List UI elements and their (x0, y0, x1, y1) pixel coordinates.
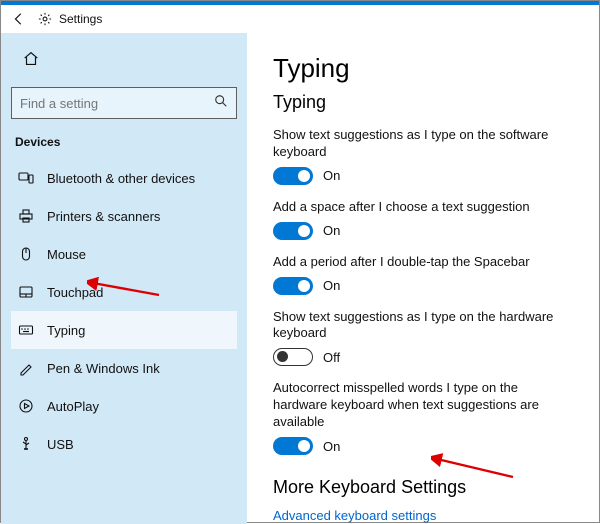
home-button[interactable] (15, 43, 47, 75)
sidebar-item-bluetooth[interactable]: Bluetooth & other devices (11, 159, 237, 197)
window-title: Settings (59, 12, 102, 26)
sidebar-item-pen[interactable]: Pen & Windows Ink (11, 349, 237, 387)
toggle-autocorrect[interactable] (273, 437, 313, 455)
section-heading-more: More Keyboard Settings (273, 477, 573, 498)
usb-icon (17, 435, 35, 453)
toggle-add-space[interactable] (273, 222, 313, 240)
setting-label: Show text suggestions as I type on the s… (273, 127, 573, 161)
toggle-software-suggestions[interactable] (273, 167, 313, 185)
sidebar-item-autoplay[interactable]: AutoPlay (11, 387, 237, 425)
sidebar-item-label: AutoPlay (47, 399, 99, 414)
sidebar-item-label: Printers & scanners (47, 209, 160, 224)
toggle-state: On (323, 168, 340, 183)
keyboard-icon (17, 321, 35, 339)
setting-label: Add a period after I double-tap the Spac… (273, 254, 573, 271)
sidebar-item-label: Touchpad (47, 285, 103, 300)
toggle-hardware-suggestions[interactable] (273, 348, 313, 366)
mouse-icon (17, 245, 35, 263)
toggle-state: On (323, 439, 340, 454)
toggle-state: Off (323, 350, 340, 365)
pen-icon (17, 359, 35, 377)
advanced-keyboard-link[interactable]: Advanced keyboard settings (273, 508, 573, 523)
sidebar-item-printers[interactable]: Printers & scanners (11, 197, 237, 235)
sidebar-item-label: USB (47, 437, 74, 452)
settings-gear-icon (37, 11, 53, 27)
setting-label: Autocorrect misspelled words I type on t… (273, 380, 573, 431)
search-input[interactable] (20, 96, 214, 111)
sidebar-item-label: Mouse (47, 247, 86, 262)
back-button[interactable] (7, 7, 31, 31)
setting-label: Show text suggestions as I type on the h… (273, 309, 573, 343)
devices-icon (17, 169, 35, 187)
sidebar: Devices Bluetooth & other devices Printe… (1, 33, 247, 524)
toggle-add-period[interactable] (273, 277, 313, 295)
sidebar-item-label: Pen & Windows Ink (47, 361, 160, 376)
toggle-state: On (323, 278, 340, 293)
page-title: Typing (273, 53, 573, 84)
printer-icon (17, 207, 35, 225)
section-heading-typing: Typing (273, 92, 573, 113)
sidebar-item-touchpad[interactable]: Touchpad (11, 273, 237, 311)
content-pane: Typing Typing Show text suggestions as I… (247, 33, 599, 524)
search-icon (214, 94, 228, 113)
sidebar-item-label: Typing (47, 323, 85, 338)
setting-label: Add a space after I choose a text sugges… (273, 199, 573, 216)
search-box[interactable] (11, 87, 237, 119)
sidebar-item-usb[interactable]: USB (11, 425, 237, 463)
toggle-state: On (323, 223, 340, 238)
touchpad-icon (17, 283, 35, 301)
section-header: Devices (15, 135, 237, 149)
autoplay-icon (17, 397, 35, 415)
sidebar-item-mouse[interactable]: Mouse (11, 235, 237, 273)
sidebar-item-typing[interactable]: Typing (11, 311, 237, 349)
sidebar-item-label: Bluetooth & other devices (47, 171, 195, 186)
